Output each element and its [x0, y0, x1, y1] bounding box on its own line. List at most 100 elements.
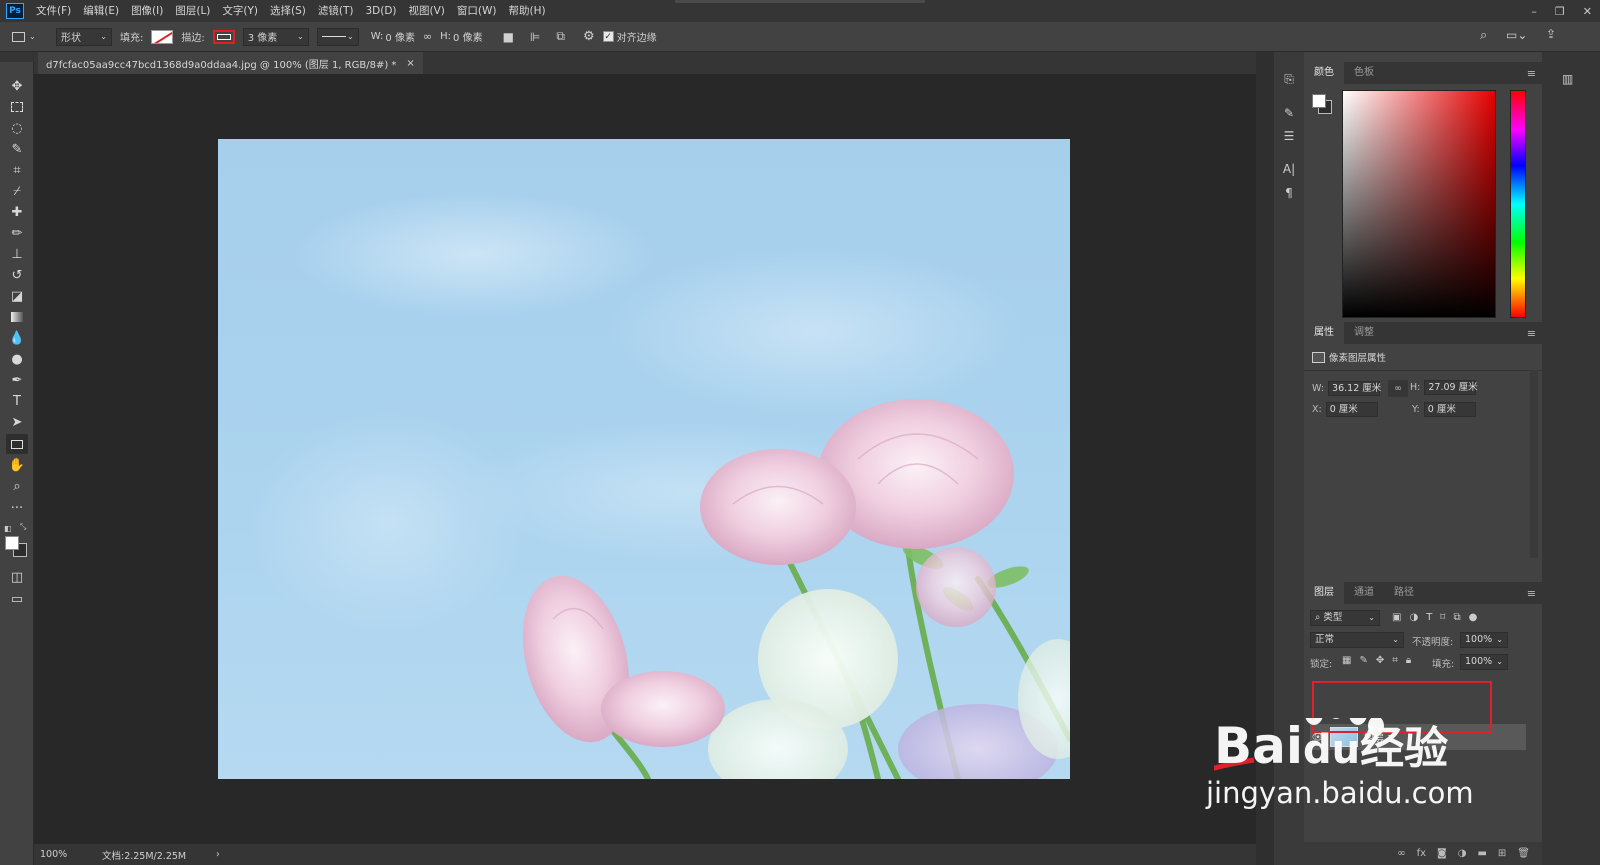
path-arrangement-icon[interactable]: ⧉ [556, 27, 565, 47]
hue-slider[interactable] [1510, 90, 1526, 318]
blur-tool-icon[interactable]: 💧 [6, 328, 28, 348]
lasso-tool-icon[interactable]: ◌ [6, 118, 28, 138]
document-tab[interactable]: d7fcfac05aa9cc47bcd1368d9a0ddaa4.jpg @ 1… [38, 52, 423, 74]
stroke-width-field[interactable]: 3 像素 ⌄ [242, 27, 309, 46]
libraries-icon[interactable]: ▥ [1562, 72, 1573, 86]
width-value[interactable]: 0 像素 [385, 27, 415, 47]
menu-layer[interactable]: 图层(L) [169, 0, 216, 22]
new-layer-icon[interactable]: ⊞ [1498, 848, 1506, 859]
pixel-filter-icon[interactable]: ▣ [1392, 612, 1401, 623]
minimize-icon[interactable]: – [1531, 5, 1537, 18]
panel-menu-icon[interactable]: ≡ [1527, 327, 1536, 340]
menu-image[interactable]: 图像(I) [125, 0, 169, 22]
fill-field[interactable]: 100% ⌄ [1460, 654, 1508, 670]
close-window-icon[interactable]: ✕ [1583, 5, 1592, 18]
zoom-tool-icon[interactable]: ⌕ [6, 476, 28, 496]
menu-type[interactable]: 文字(Y) [216, 0, 264, 22]
color-picker-field[interactable] [1342, 90, 1496, 318]
layer-filter-select[interactable]: ⌕ 类型 ⌄ [1310, 610, 1380, 626]
more-tools-icon[interactable]: ··· [6, 498, 28, 518]
tab-adjustments[interactable]: 调整 [1344, 322, 1384, 344]
canvas-area[interactable] [34, 74, 1256, 844]
type-filter-icon[interactable]: T [1426, 612, 1432, 623]
share-icon[interactable]: ⇪ [1546, 27, 1556, 41]
shape-mode-select[interactable]: 形状 ⌄ [56, 27, 112, 46]
stroke-swatch[interactable] [212, 29, 235, 44]
search-icon[interactable]: ⌕ [1480, 28, 1487, 43]
panel-menu-icon[interactable]: ≡ [1527, 587, 1536, 600]
type-tool-icon[interactable]: T [6, 391, 28, 411]
menu-3d[interactable]: 3D(D) [359, 0, 402, 22]
width-field[interactable]: 36.12 厘米 [1328, 381, 1381, 396]
add-mask-icon[interactable]: ◙ [1437, 848, 1447, 859]
toolbar-grip[interactable] [0, 52, 34, 62]
lock-pixels-icon[interactable]: ✎ [1359, 655, 1367, 666]
height-value[interactable]: 0 像素 [453, 27, 483, 47]
swap-colors-icon[interactable]: ⤡ [20, 522, 26, 532]
tab-layers[interactable]: 图层 [1304, 582, 1344, 604]
brush-tool-icon[interactable]: ✏ [6, 223, 28, 243]
path-select-tool-icon[interactable]: ➤ [6, 412, 28, 432]
smart-object-filter-icon[interactable]: ⧉ [1453, 612, 1460, 623]
path-alignment-icon[interactable]: ⊫ [530, 27, 540, 47]
lock-position-icon[interactable]: ✥ [1376, 655, 1384, 666]
quick-select-tool-icon[interactable]: ✎ [6, 139, 28, 159]
menu-select[interactable]: 选择(S) [264, 0, 312, 22]
properties-scrollbar[interactable] [1530, 370, 1538, 558]
link-layers-icon[interactable]: ∞ [1397, 848, 1405, 859]
canvas-scrollbar[interactable] [1256, 52, 1274, 865]
marquee-tool-icon[interactable] [6, 97, 28, 117]
history-brush-tool-icon[interactable]: ↺ [6, 265, 28, 285]
link-icon[interactable]: ∞ [1388, 380, 1409, 397]
shape-filter-icon[interactable]: ⌑ [1440, 612, 1445, 623]
filter-toggle-icon[interactable]: ● [1469, 612, 1478, 623]
gradient-tool-icon[interactable] [6, 307, 28, 327]
lock-artboard-icon[interactable]: ⌗ [1392, 655, 1398, 666]
dodge-tool-icon[interactable]: ● [6, 349, 28, 369]
height-field[interactable]: 27.09 厘米 [1424, 380, 1478, 395]
restore-icon[interactable]: ❐ [1555, 5, 1565, 18]
default-colors-icon[interactable]: ◧ [4, 524, 12, 533]
menu-edit[interactable]: 编辑(E) [77, 0, 125, 22]
eyedropper-tool-icon[interactable]: ⌿ [6, 181, 28, 201]
rectangle-tool-icon[interactable] [6, 434, 28, 454]
gear-icon[interactable]: ⚙ [583, 27, 595, 47]
layer-style-icon[interactable]: fx [1417, 848, 1426, 859]
adjustment-filter-icon[interactable]: ◑ [1409, 612, 1418, 623]
crop-tool-icon[interactable]: ⌗ [6, 160, 28, 180]
healing-brush-tool-icon[interactable]: ✚ [6, 202, 28, 222]
quick-mask-icon[interactable]: ◫ [6, 567, 28, 587]
path-operations-icon[interactable]: ■ [503, 27, 514, 47]
tab-properties[interactable]: 属性 [1304, 322, 1344, 344]
history-panel-icon[interactable]: ⎘ [1280, 70, 1298, 88]
hand-tool-icon[interactable]: ✋ [6, 455, 28, 475]
screen-mode-icon[interactable]: ▭ [6, 589, 28, 609]
fill-swatch[interactable] [151, 29, 174, 44]
lock-all-icon[interactable]: 🔒︎ [1406, 655, 1411, 666]
menu-filter[interactable]: 滤镜(T) [312, 0, 360, 22]
paragraph-panel-icon[interactable]: ¶ [1280, 184, 1298, 202]
panel-foreground-swatch[interactable] [1312, 94, 1326, 108]
lock-transparency-icon[interactable]: ▦ [1342, 655, 1351, 666]
link-icon[interactable]: ∞ [423, 27, 432, 47]
tab-swatches[interactable]: 色板 [1344, 62, 1384, 84]
workspace-icon[interactable]: ▭⌄ [1506, 28, 1527, 42]
menu-help[interactable]: 帮助(H) [503, 0, 552, 22]
eye-icon[interactable]: 👁︎ [1310, 732, 1326, 743]
blend-mode-select[interactable]: 正常 ⌄ [1310, 632, 1404, 648]
eraser-tool-icon[interactable]: ◪ [6, 286, 28, 306]
tab-channels[interactable]: 通道 [1344, 582, 1384, 604]
tab-color[interactable]: 颜色 [1304, 62, 1344, 84]
y-field[interactable]: 0 厘米 [1423, 402, 1476, 417]
opacity-field[interactable]: 100% ⌄ [1460, 632, 1508, 648]
align-edges-checkbox[interactable]: ✓ 对齐边缘 [602, 27, 657, 47]
close-tab-icon[interactable]: × [406, 58, 414, 69]
clone-stamp-tool-icon[interactable]: ⊥ [6, 244, 28, 264]
move-tool-icon[interactable]: ✥ [6, 76, 28, 96]
foreground-color-swatch[interactable] [5, 536, 19, 550]
brush-settings-icon[interactable]: ✎ [1280, 104, 1298, 122]
menu-view[interactable]: 视图(V) [403, 0, 451, 22]
document-image[interactable] [218, 139, 1070, 779]
panel-menu-icon[interactable]: ≡ [1527, 67, 1536, 80]
trash-icon[interactable]: 🗑︎ [1517, 848, 1530, 859]
